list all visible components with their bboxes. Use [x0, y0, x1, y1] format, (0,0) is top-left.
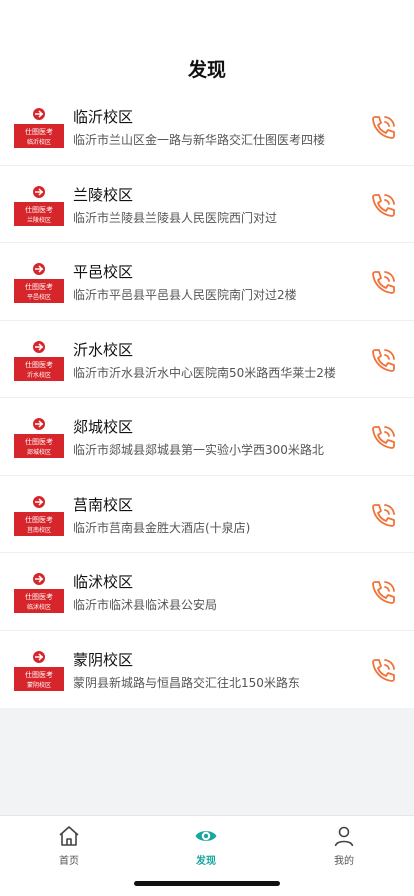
tab-mine[interactable]: 我的: [304, 824, 384, 868]
campus-name: 兰陵校区: [73, 185, 134, 204]
tab-home[interactable]: 首页: [29, 824, 109, 868]
campus-address: 临沂市莒南县金胜大酒店(十泉店): [73, 520, 251, 535]
campus-address: 蒙阴县新城路与恒昌路交汇往北150米路东: [73, 675, 300, 690]
campus-logo: 仕图医考 平邑校区: [14, 261, 64, 303]
campus-address: 临沂市沂水县沂水中心医院南50米路西华莱士2楼: [73, 365, 336, 380]
campus-name: 临沂校区: [73, 108, 134, 126]
logo-text: 仕图医考: [25, 670, 53, 679]
campus-address: 临沂市临沭县临沭县公安局: [73, 598, 218, 612]
eye-icon: [195, 831, 217, 841]
logo-sub: 临沭校区: [27, 603, 51, 611]
campus-row[interactable]: 仕图医考 蒙阴校区 蒙阴校区 蒙阴县新城路与恒昌路交汇往北150米路东: [0, 631, 414, 709]
campus-name: 平邑校区: [73, 263, 134, 281]
logo-text: 仕图医考: [25, 592, 53, 601]
phone-icon[interactable]: [368, 113, 398, 143]
campus-logo: 仕图医考 兰陵校区: [14, 184, 64, 226]
tab-discover-label: 发现: [196, 856, 216, 867]
campus-logo: 仕图医考 莒南校区: [14, 494, 64, 536]
logo-sub: 兰陵校区: [27, 216, 51, 224]
home-indicator: [134, 881, 280, 886]
logo-text: 仕图医考: [25, 282, 53, 291]
campus-address: 临沂市兰山区金一路与新华路交汇仕图医考四楼: [73, 133, 326, 147]
campus-name: 蒙阴校区: [73, 650, 134, 669]
campus-logo: 仕图医考 郯城校区: [14, 416, 64, 458]
logo-text: 仕图医考: [25, 360, 53, 369]
tab-mine-label: 我的: [334, 856, 354, 867]
logo-sub: 蒙阴校区: [27, 681, 51, 689]
home-icon: [59, 826, 79, 846]
phone-icon[interactable]: [368, 191, 398, 221]
logo-sub: 平邑校区: [27, 293, 51, 301]
phone-icon[interactable]: [368, 268, 398, 298]
campus-row[interactable]: 仕图医考 临沭校区 临沭校区 临沂市临沭县临沭县公安局: [0, 553, 414, 631]
logo-text: 仕图医考: [25, 205, 53, 214]
campus-address: 临沂市兰陵县兰陵县人民医院西门对过: [73, 210, 278, 225]
campus-logo: 仕图医考 蒙阴校区: [14, 649, 64, 691]
campus-name: 临沭校区: [73, 573, 134, 591]
campus-logo: 仕图医考 临沭校区: [14, 571, 64, 613]
logo-sub: 郯城校区: [27, 448, 51, 456]
campus-row[interactable]: 仕图医考 临沂校区 临沂校区 临沂市兰山区金一路与新华路交汇仕图医考四楼: [0, 88, 414, 166]
campus-logo: 仕图医考 临沂校区: [14, 106, 64, 148]
tab-home-label: 首页: [59, 856, 79, 867]
user-icon: [334, 826, 354, 847]
campus-row[interactable]: 仕图医考 平邑校区 平邑校区 临沂市平邑县平邑县人民医院南门对过2楼: [0, 243, 414, 321]
campus-row[interactable]: 仕图医考 莒南校区 莒南校区 临沂市莒南县金胜大酒店(十泉店): [0, 476, 414, 553]
campus-name: 沂水校区: [73, 340, 134, 359]
page-title: 发现: [187, 59, 226, 81]
campus-name: 莒南校区: [73, 495, 134, 514]
logo-sub: 临沂校区: [27, 138, 51, 146]
phone-icon[interactable]: [368, 656, 398, 686]
phone-icon[interactable]: [368, 501, 398, 531]
campus-list: 仕图医考 临沂校区 临沂校区 临沂市兰山区金一路与新华路交汇仕图医考四楼 仕图医…: [0, 88, 414, 708]
campus-address: 临沂市平邑县平邑县人民医院南门对过2楼: [73, 288, 297, 302]
logo-sub: 莒南校区: [27, 526, 51, 534]
phone-icon[interactable]: [368, 578, 398, 608]
logo-text: 仕图医考: [25, 515, 53, 524]
phone-icon[interactable]: [368, 346, 398, 376]
logo-text: 仕图医考: [25, 127, 53, 136]
phone-icon[interactable]: [368, 423, 398, 453]
campus-row[interactable]: 仕图医考 郯城校区 郯城校区 临沂市郯城县郯城县第一实验小学西300米路北: [0, 398, 414, 476]
logo-text: 仕图医考: [25, 437, 53, 446]
campus-address: 临沂市郯城县郯城县第一实验小学西300米路北: [73, 443, 324, 457]
tab-discover[interactable]: 发现: [166, 824, 246, 868]
campus-name: 郯城校区: [73, 418, 134, 436]
campus-row[interactable]: 仕图医考 兰陵校区 兰陵校区 临沂市兰陵县兰陵县人民医院西门对过: [0, 166, 414, 243]
logo-sub: 沂水校区: [27, 371, 51, 379]
campus-logo: 仕图医考 沂水校区: [14, 339, 64, 381]
campus-row[interactable]: 仕图医考 沂水校区 沂水校区 临沂市沂水县沂水中心医院南50米路西华莱士2楼: [0, 321, 414, 398]
top-bar: 发现: [0, 0, 414, 88]
